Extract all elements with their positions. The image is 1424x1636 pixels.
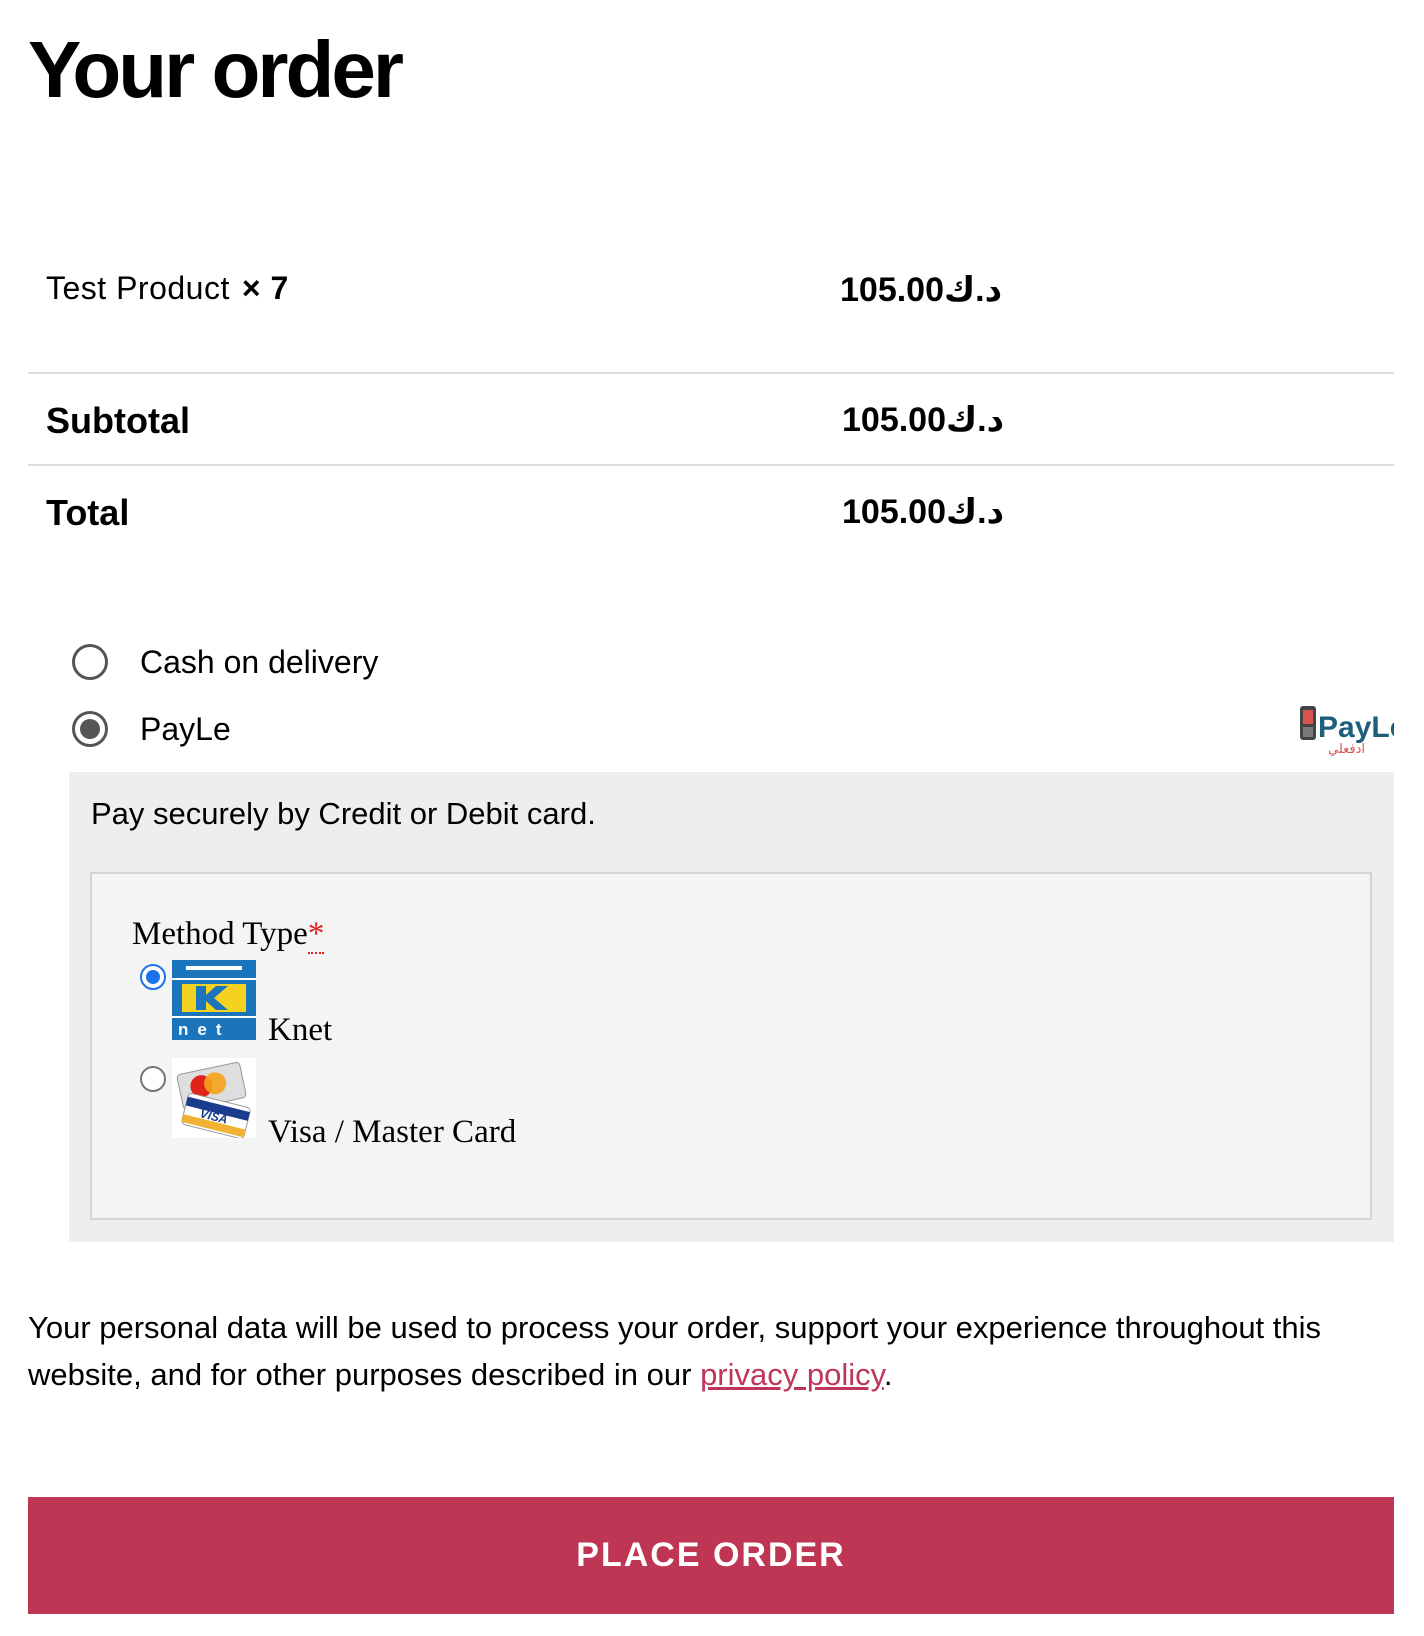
payle-logo-icon: PayLe ادفعلي <box>1300 706 1394 756</box>
method-type-label: Method Type* <box>132 916 325 954</box>
total-label: Total <box>46 492 130 533</box>
payle-payment-box: Pay securely by Credit or Debit card. Me… <box>69 772 1394 1242</box>
visa-mastercard-radio[interactable] <box>140 1066 166 1092</box>
product-price: 105.00د.ك <box>840 271 1003 309</box>
total-value: 105.00د.ك <box>842 493 1005 531</box>
place-order-button[interactable]: PLACE ORDER <box>28 1497 1394 1614</box>
knet-logo-icon: net <box>172 960 256 1040</box>
product-cell: Test Product × 7 <box>46 270 289 307</box>
privacy-notice: Your personal data will be used to proce… <box>28 1310 1322 1392</box>
total-row: Total 105.00د.ك <box>28 464 1394 556</box>
payle-label: PayLe <box>140 710 231 747</box>
svg-text:net: net <box>178 1020 231 1039</box>
method-type-fieldset: Method Type* net Knet VISA Visa / Master… <box>90 872 1372 1220</box>
visa-mastercard-label: Visa / Master Card <box>268 1114 517 1150</box>
product-quantity: × 7 <box>241 270 289 306</box>
visa-mastercard-icon: VISA <box>172 1058 256 1138</box>
cod-label: Cash on delivery <box>140 643 379 680</box>
payment-description: Pay securely by Credit or Debit card. <box>91 796 596 831</box>
subtotal-row: Subtotal 105.00د.ك <box>28 372 1394 464</box>
order-item-row: Test Product × 7 105.00د.ك <box>28 250 1394 350</box>
knet-label: Knet <box>268 1012 333 1048</box>
payle-radio[interactable] <box>72 711 108 747</box>
svg-text:ادفعلي: ادفعلي <box>1328 742 1365 756</box>
svg-text:PayLe: PayLe <box>1318 711 1394 744</box>
cod-radio[interactable] <box>72 644 108 680</box>
required-mark: * <box>307 916 325 954</box>
page-title: Your order <box>28 25 404 114</box>
payment-option-cod[interactable]: Cash on delivery <box>72 642 378 682</box>
subtotal-value: 105.00د.ك <box>842 401 1005 439</box>
subtotal-label: Subtotal <box>46 400 190 441</box>
payment-option-payle[interactable]: PayLe <box>72 709 231 749</box>
privacy-policy-link[interactable]: privacy policy <box>700 1357 884 1392</box>
knet-radio[interactable] <box>140 964 166 990</box>
product-name: Test Product <box>46 270 230 306</box>
